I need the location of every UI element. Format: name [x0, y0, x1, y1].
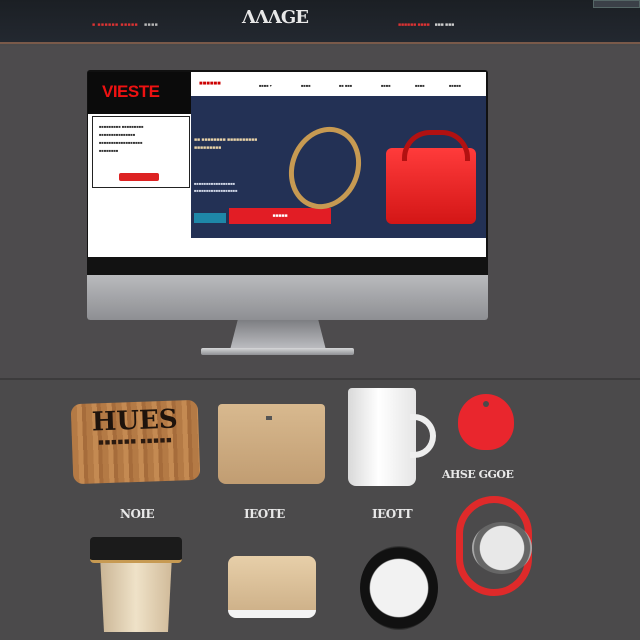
apple-logo-icon	[279, 289, 295, 307]
hero-badge	[194, 213, 226, 223]
product-label: NOIE	[120, 507, 155, 521]
nav-item[interactable]: ■■■■ ▾	[259, 83, 272, 88]
red-tag-product[interactable]	[458, 394, 514, 450]
case-product[interactable]	[228, 556, 316, 618]
mug-handle	[410, 414, 436, 458]
popup-line: ■■■■■■■■■■■■■■■■■■	[99, 140, 143, 145]
wooden-sign-product[interactable]: HUES ■■■■■■ ■■■■■	[70, 399, 201, 485]
nav-item[interactable]: ■■■■	[301, 83, 311, 88]
window-control[interactable]	[593, 0, 640, 8]
nav-item[interactable]: ■■ ■■■	[339, 83, 352, 88]
top-left-muted[interactable]: ■■■■	[144, 22, 158, 28]
top-right-links[interactable]: ■■■■■■ ■■■■ ■■■ ■■■	[398, 22, 454, 28]
nav-brand[interactable]: ■■■■■■	[199, 81, 221, 87]
hero-subtext: ■■■■■■■■■■■■■■■■■ ■■■■■■■■■■■■■■■■■■	[194, 181, 238, 193]
popup-button[interactable]	[119, 173, 159, 181]
cup-lid	[90, 537, 182, 563]
nav-item[interactable]: ■■■■■	[449, 83, 461, 88]
nav-item[interactable]: ■■■■	[415, 83, 425, 88]
watch-product[interactable]	[360, 546, 438, 630]
top-right-muted[interactable]: ■■■ ■■■	[435, 22, 455, 28]
nav-item[interactable]: ■■■■	[381, 83, 391, 88]
site-nav: ■■■■■■ ■■■■ ▾ ■■■■ ■■ ■■■ ■■■■ ■■■■ ■■■■…	[191, 72, 486, 96]
top-left-link[interactable]: ■ ■■■■■■ ■■■■■	[92, 22, 138, 28]
divider	[0, 378, 640, 380]
site-logo[interactable]: VIESTE	[88, 72, 191, 114]
red-watch-product[interactable]	[472, 522, 532, 574]
brand-logo[interactable]: ΛΛΛGE	[220, 7, 330, 28]
product-label: IEOTT	[372, 507, 413, 521]
mug-product[interactable]	[348, 388, 416, 486]
top-bar: ■ ■■■■■■ ■■■■■ ■■■■ ΛΛΛGE ■■■■■■ ■■■■ ■■■ …	[0, 0, 640, 44]
popup-line: ■■■■■■■■	[99, 148, 119, 153]
monitor-stand	[230, 320, 326, 350]
shop-now-button[interactable]: ■■■■■	[229, 208, 331, 224]
wood-sign-title: HUES	[91, 404, 179, 438]
paper-bag-product[interactable]	[218, 404, 325, 484]
product-label: AHSE GGOE	[442, 468, 514, 481]
red-handbag-image[interactable]	[386, 130, 476, 224]
monitor-chin	[87, 275, 488, 320]
popup-line: ■■■■■■■■■ ■■■■■■■■■	[99, 124, 144, 129]
popup-line: ■■■■■■■■■■■■■■■	[99, 132, 136, 137]
top-right-link[interactable]: ■■■■■■ ■■■■	[398, 22, 430, 28]
hero-heading: ■■ ■■■■■■■■ ■■■■■■■■■■ ■■■■■■■■■	[194, 137, 258, 151]
bezel	[87, 257, 488, 275]
product-label: IEOTE	[244, 507, 285, 521]
top-left-links[interactable]: ■ ■■■■■■ ■■■■■ ■■■■	[92, 22, 158, 28]
popup-card: ■■■■■■■■■ ■■■■■■■■■ ■■■■■■■■■■■■■■■ ■■■■…	[92, 116, 190, 188]
site-footer	[88, 238, 486, 257]
monitor-foot	[201, 348, 354, 355]
